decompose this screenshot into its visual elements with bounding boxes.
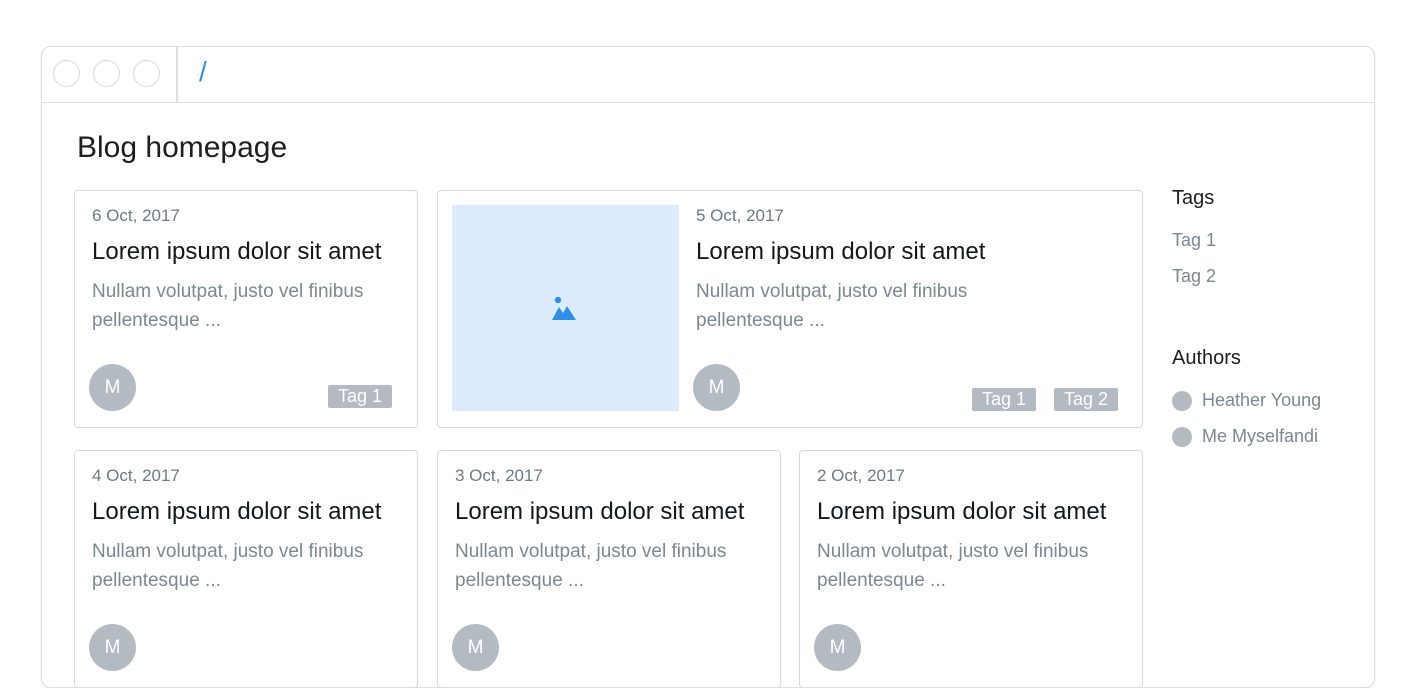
post-title[interactable]: Lorem ipsum dolor sit amet — [817, 498, 1106, 526]
post-date: 6 Oct, 2017 — [92, 206, 180, 225]
address-bar-url[interactable]: / — [199, 56, 207, 88]
post-excerpt: Nullam volutpat, justo vel finibus pelle… — [92, 281, 364, 331]
authors-heading: Authors — [1172, 347, 1241, 369]
browser-chrome: / — [42, 47, 1374, 103]
sidebar-author-link[interactable]: Me Myselfandi — [1202, 426, 1318, 447]
sidebar-tag-link[interactable]: Tag 2 — [1172, 266, 1216, 287]
author-avatar[interactable]: M — [89, 624, 136, 671]
page-title: Blog homepage — [77, 131, 288, 164]
chrome-divider — [176, 47, 178, 102]
post-date: 4 Oct, 2017 — [92, 466, 180, 485]
window-maximize-button[interactable] — [133, 60, 160, 87]
post-title[interactable]: Lorem ipsum dolor sit amet — [92, 238, 381, 266]
post-excerpt: Nullam volutpat, justo vel finibus pelle… — [696, 281, 968, 331]
author-avatar-icon — [1172, 427, 1192, 447]
post-tag[interactable]: Tag 2 — [1054, 388, 1119, 411]
author-avatar[interactable]: M — [693, 364, 740, 411]
post-card[interactable]: 6 Oct, 2017 Lorem ipsum dolor sit amet N… — [74, 190, 418, 428]
post-date: 5 Oct, 2017 — [696, 206, 784, 225]
post-title[interactable]: Lorem ipsum dolor sit amet — [455, 498, 744, 526]
image-placeholder-icon — [552, 296, 576, 320]
post-date: 2 Oct, 2017 — [817, 466, 905, 485]
author-avatar[interactable]: M — [814, 624, 861, 671]
post-excerpt: Nullam volutpat, justo vel finibus pelle… — [455, 541, 727, 591]
browser-window: / Blog homepage 6 Oct, 2017 Lorem ipsum … — [41, 46, 1375, 688]
window-minimize-button[interactable] — [93, 60, 120, 87]
post-tag[interactable]: Tag 1 — [972, 388, 1037, 411]
post-date: 3 Oct, 2017 — [455, 466, 543, 485]
tags-heading: Tags — [1172, 187, 1215, 209]
author-avatar-icon — [1172, 391, 1192, 411]
sidebar-author-link[interactable]: Heather Young — [1202, 390, 1321, 411]
post-image-placeholder — [452, 205, 679, 411]
post-card[interactable]: 2 Oct, 2017 Lorem ipsum dolor sit amet N… — [799, 450, 1143, 687]
post-title[interactable]: Lorem ipsum dolor sit amet — [92, 498, 381, 526]
post-card[interactable]: 4 Oct, 2017 Lorem ipsum dolor sit amet N… — [74, 450, 418, 687]
post-title[interactable]: Lorem ipsum dolor sit amet — [696, 238, 985, 266]
post-excerpt: Nullam volutpat, justo vel finibus pelle… — [817, 541, 1089, 591]
post-card[interactable]: 3 Oct, 2017 Lorem ipsum dolor sit amet N… — [437, 450, 781, 687]
author-avatar[interactable]: M — [89, 364, 136, 411]
author-avatar[interactable]: M — [452, 624, 499, 671]
post-card-featured[interactable]: 5 Oct, 2017 Lorem ipsum dolor sit amet N… — [437, 190, 1143, 428]
post-excerpt: Nullam volutpat, justo vel finibus pelle… — [92, 541, 364, 591]
post-tag[interactable]: Tag 1 — [328, 385, 393, 408]
sidebar-tag-link[interactable]: Tag 1 — [1172, 230, 1216, 251]
window-close-button[interactable] — [53, 60, 80, 87]
